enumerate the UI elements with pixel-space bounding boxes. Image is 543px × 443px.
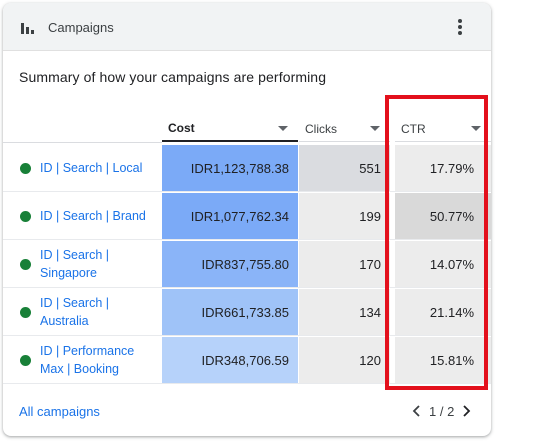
status-dot-icon — [20, 211, 31, 222]
cost-cell: IDR348,706.59 — [162, 337, 298, 384]
status-dot-icon — [20, 307, 31, 318]
ctr-cell: 17.79% — [395, 145, 491, 192]
page-indicator: 1 / 2 — [429, 403, 455, 419]
ctr-cell: 21.14% — [395, 289, 491, 336]
all-campaigns-link[interactable]: All campaigns — [19, 404, 100, 419]
row-divider — [3, 383, 491, 384]
row-divider — [3, 335, 491, 336]
column-header-cost[interactable]: Cost — [162, 116, 298, 142]
summary-heading: Summary of how your campaigns are perfor… — [19, 69, 327, 85]
campaign-link[interactable]: ID | Search | Local — [40, 159, 158, 177]
bar-chart-icon — [21, 23, 34, 34]
status-dot-icon — [20, 355, 31, 366]
row-divider — [3, 239, 491, 240]
row-divider — [3, 287, 491, 288]
ctr-cell: 14.07% — [395, 241, 491, 288]
ctr-cell: 50.77% — [395, 193, 491, 240]
clicks-cell: 199 — [299, 193, 390, 240]
sort-arrow-icon — [471, 126, 481, 131]
table-row: ID | Search | Brand IDR1,077,762.34 199 50.… — [3, 193, 491, 240]
column-label-ctr: CTR — [401, 121, 426, 136]
cost-cell: IDR1,077,762.34 — [162, 193, 298, 240]
table-row: ID | Search | Local IDR1,123,788.38 551 17.… — [3, 145, 491, 192]
campaign-link[interactable]: ID | Performance Max | Booking — [40, 342, 158, 378]
status-dot-icon — [20, 259, 31, 270]
cost-cell: IDR837,755.80 — [162, 241, 298, 288]
campaign-link[interactable]: ID | Search | Australia — [40, 294, 158, 330]
column-label-cost: Cost — [168, 121, 195, 135]
table-row: ID | Search | Australia IDR661,733.85 134 2… — [3, 289, 491, 336]
row-divider — [3, 191, 491, 192]
chevron-right-icon[interactable] — [458, 403, 474, 419]
column-header-ctr[interactable]: CTR — [395, 116, 491, 142]
table-row: ID | Performance Max | Booking IDR348,706… — [3, 337, 491, 384]
cost-cell: IDR1,123,788.38 — [162, 145, 298, 192]
table-row: ID | Search | Singapore IDR837,755.80 170 1… — [3, 241, 491, 288]
clicks-cell: 551 — [299, 145, 390, 192]
status-dot-icon — [20, 163, 31, 174]
clicks-cell: 134 — [299, 289, 390, 336]
ctr-cell: 15.81% — [395, 337, 491, 384]
sort-arrow-icon — [278, 125, 288, 131]
column-label-clicks: Clicks — [305, 121, 337, 136]
sort-arrow-icon — [370, 126, 380, 131]
campaigns-card: Campaigns Summary of how your campaigns … — [3, 3, 491, 436]
more-vert-icon[interactable] — [450, 17, 470, 37]
clicks-cell: 170 — [299, 241, 390, 288]
card-title: Campaigns — [48, 20, 114, 35]
header-divider — [3, 142, 162, 143]
campaign-link[interactable]: ID | Search | Brand — [40, 207, 158, 225]
column-header-clicks[interactable]: Clicks — [299, 116, 390, 142]
card-header: Campaigns — [3, 3, 491, 51]
chevron-left-icon[interactable] — [409, 403, 425, 419]
cost-cell: IDR661,733.85 — [162, 289, 298, 336]
campaign-link[interactable]: ID | Search | Singapore — [40, 246, 158, 282]
clicks-cell: 120 — [299, 337, 390, 384]
pagination: 1 / 2 — [409, 401, 474, 421]
